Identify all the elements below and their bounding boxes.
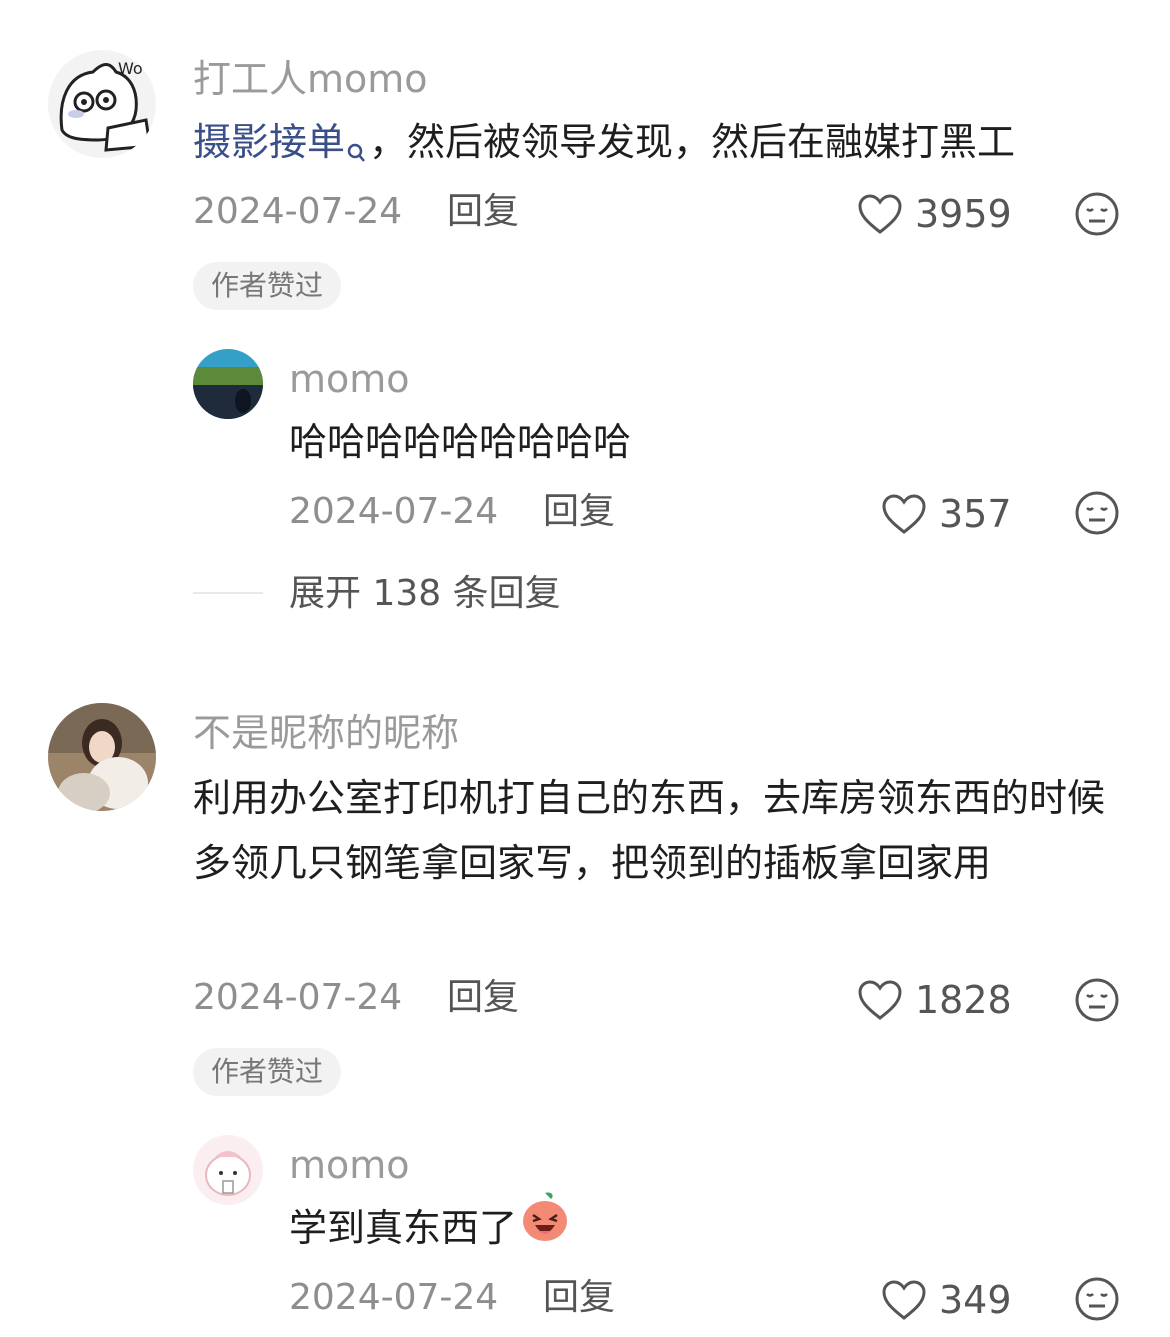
like-button[interactable]: 357 <box>881 492 1012 536</box>
reply-text: 哈哈哈哈哈哈哈哈哈 <box>289 420 632 464</box>
girl-photo-icon <box>48 703 156 811</box>
meh-face-icon <box>1075 192 1119 236</box>
reply-avatar[interactable] <box>193 1135 263 1205</box>
svg-text:Wo: Wo <box>118 59 143 78</box>
comment-text: 摄影接单 ，然后被领导发现，然后在融媒打黑工 <box>193 110 1133 184</box>
heart-icon <box>858 980 902 1020</box>
comment-username[interactable]: 不是昵称的昵称 <box>193 710 459 756</box>
like-count: 357 <box>939 492 1012 536</box>
comment-username[interactable]: 打工人momo <box>193 56 428 102</box>
like-count: 349 <box>939 1278 1012 1322</box>
laughing-peach-emoji-icon <box>521 1191 569 1262</box>
reply-button[interactable]: 回复 <box>543 1276 615 1320</box>
like-count: 3959 <box>915 192 1012 236</box>
comment-text-rest: ，然后被领导发现，然后在融媒打黑工 <box>369 120 1016 164</box>
heart-icon <box>858 194 902 234</box>
reply-text: 学到真东西了 <box>289 1192 569 1262</box>
reply-button[interactable]: 回复 <box>447 190 519 234</box>
expand-replies-button[interactable]: 展开 138 条回复 <box>289 572 561 616</box>
dislike-button[interactable] <box>1074 191 1120 241</box>
cat-sticker-icon: Wo <box>48 50 156 158</box>
reply-date: 2024-07-24 <box>289 491 499 532</box>
avatar[interactable]: Wo <box>48 50 156 158</box>
reply-avatar[interactable] <box>193 349 263 419</box>
reply-username[interactable]: momo <box>289 1142 410 1188</box>
reply-text-content: 学到真东西了 <box>289 1206 518 1250</box>
heart-icon <box>882 494 926 534</box>
reply-button[interactable]: 回复 <box>543 490 615 534</box>
meh-face-icon <box>1075 491 1119 535</box>
comment-text: 利用办公室打印机打自己的东西，去库房领东西的时候多领几只钢笔拿回家写，把领到的插… <box>193 776 1106 885</box>
comment-date: 2024-07-24 <box>193 977 403 1018</box>
like-count: 1828 <box>915 978 1012 1022</box>
like-button[interactable]: 1828 <box>857 978 1012 1022</box>
comment-date: 2024-07-24 <box>193 191 403 232</box>
like-button[interactable]: 349 <box>881 1278 1012 1322</box>
search-icon <box>347 120 365 184</box>
search-link[interactable]: 摄影接单 <box>193 120 345 164</box>
landscape-photo-icon <box>193 349 263 419</box>
author-liked-badge: 作者赞过 <box>193 262 342 310</box>
dislike-button[interactable] <box>1074 490 1120 540</box>
dislike-button[interactable] <box>1074 977 1120 1027</box>
cartoon-peach-icon <box>193 1135 263 1205</box>
like-button[interactable]: 3959 <box>857 192 1012 236</box>
avatar[interactable] <box>48 703 156 811</box>
heart-icon <box>882 1280 926 1320</box>
meh-face-icon <box>1075 1277 1119 1321</box>
expand-divider <box>193 592 263 594</box>
reply-username[interactable]: momo <box>289 356 410 402</box>
author-liked-badge: 作者赞过 <box>193 1048 342 1096</box>
reply-button[interactable]: 回复 <box>447 976 519 1020</box>
reply-date: 2024-07-24 <box>289 1277 499 1318</box>
meh-face-icon <box>1075 978 1119 1022</box>
dislike-button[interactable] <box>1074 1276 1120 1326</box>
